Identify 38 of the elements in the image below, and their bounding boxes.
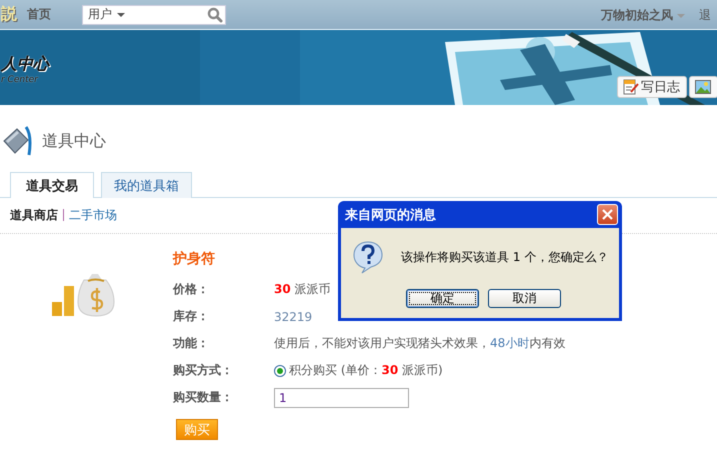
caret-icon [117,12,125,16]
search-field[interactable]: 用户 [82,4,226,24]
tab[interactable]: 道具交易 [10,172,94,198]
price-value: 30 派派币 [274,281,331,298]
radio-label[interactable]: 积分购买 (单价：30 派派币) [289,362,443,379]
field-label: 库存： [173,308,210,325]
field-label: 购买数量： [173,389,234,406]
logo-subtitle: r Center [1,75,38,85]
item-name: 护身符 [173,250,215,269]
tab[interactable]: 我的道具箱 [101,172,192,198]
subnav-link[interactable]: 二手市场 [69,206,117,224]
field-label: 购买方式： [173,362,234,379]
logout-link[interactable]: 退 [699,7,711,24]
caret-icon [677,14,685,18]
subnav-link[interactable]: 道具商店 [10,206,58,224]
user-menu[interactable]: 万物初始之风 [601,7,685,24]
close-icon [602,209,613,220]
home-link[interactable]: 首页 [27,6,51,23]
photo-button[interactable] [689,76,717,98]
quantity-field[interactable]: 1 [274,388,409,408]
note-pencil-icon [623,79,639,95]
dialog-button[interactable]: 确定 [406,289,479,308]
radio-button[interactable] [274,364,286,376]
scope-dropdown[interactable]: 用户 [88,6,125,23]
dialog-title: 来自网页的消息 [345,206,437,224]
field-label: 价格： [173,281,210,298]
write-log-button[interactable]: 写日志 [617,76,687,98]
field-label: 功能： [173,335,210,352]
logo-title: 人中心 [1,54,49,75]
question-icon [352,240,384,274]
effect-text: 使用后，不能对该用户实现猪头术效果，48小时内有效 [274,335,566,352]
search-icon[interactable] [207,6,223,22]
close-button[interactable] [597,204,618,225]
stock-value: 32219 [274,310,312,324]
dialog-button[interactable]: 取消 [488,289,561,308]
dialog-message: 该操作将购买该道具 1 个，您确定么？ [401,248,608,266]
image-icon [695,80,711,94]
page-title: 道具中心 [42,130,106,152]
